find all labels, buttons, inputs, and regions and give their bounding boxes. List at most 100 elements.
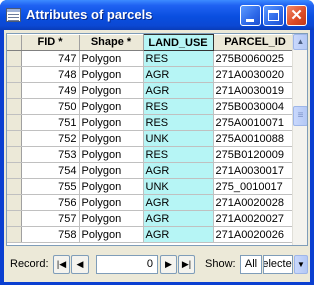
cell-parcel-id[interactable]: 271A0030019 xyxy=(213,82,298,99)
cell-land-use[interactable]: AGR xyxy=(143,210,214,227)
cell-fid[interactable]: 758 xyxy=(21,226,80,243)
first-record-icon: |◀ xyxy=(56,259,67,269)
cell-shape[interactable]: Polygon xyxy=(79,226,144,243)
table-row[interactable]: 752 Polygon UNK 275A0010088 xyxy=(7,130,298,147)
table-row[interactable]: 749 Polygon AGR 271A0030019 xyxy=(7,82,298,99)
row-selector[interactable] xyxy=(7,114,22,131)
cell-fid[interactable]: 747 xyxy=(21,50,80,67)
attribute-grid: FID * Shape * LAND_USE PARCEL_ID 747 Poly… xyxy=(7,34,298,243)
table-row[interactable]: 750 Polygon RES 275B0030004 xyxy=(7,98,298,115)
cell-shape[interactable]: Polygon xyxy=(79,66,144,83)
cell-parcel-id[interactable]: 275_0010017 xyxy=(213,178,298,195)
cell-land-use[interactable]: RES xyxy=(143,146,214,163)
record-number-input[interactable]: 0 xyxy=(96,255,158,274)
record-label: Record: xyxy=(10,258,49,270)
cell-shape[interactable]: Polygon xyxy=(79,210,144,227)
cell-land-use[interactable]: AGR xyxy=(143,194,214,211)
row-selector[interactable] xyxy=(7,146,22,163)
select-all-corner[interactable] xyxy=(7,34,22,51)
row-selector[interactable] xyxy=(7,50,22,67)
cell-land-use[interactable]: UNK xyxy=(143,178,214,195)
show-selected-button[interactable]: Selected xyxy=(263,255,293,274)
first-record-button[interactable]: |◀ xyxy=(53,255,70,274)
row-selector[interactable] xyxy=(7,178,22,195)
options-button[interactable]: ▼ xyxy=(294,255,308,274)
cell-land-use[interactable]: AGR xyxy=(143,82,214,99)
cell-land-use[interactable]: UNK xyxy=(143,130,214,147)
cell-land-use[interactable]: RES xyxy=(143,114,214,131)
column-header-fid[interactable]: FID * xyxy=(21,34,80,51)
cell-shape[interactable]: Polygon xyxy=(79,82,144,99)
table-row[interactable]: 748 Polygon AGR 271A0030020 xyxy=(7,66,298,83)
cell-land-use[interactable]: RES xyxy=(143,98,214,115)
cell-fid[interactable]: 749 xyxy=(21,82,80,99)
cell-shape[interactable]: Polygon xyxy=(79,194,144,211)
next-record-button[interactable]: ▶ xyxy=(160,255,177,274)
show-all-button[interactable]: All xyxy=(240,255,262,274)
show-label: Show: xyxy=(205,258,236,270)
cell-fid[interactable]: 756 xyxy=(21,194,80,211)
cell-shape[interactable]: Polygon xyxy=(79,114,144,131)
table-row[interactable]: 747 Polygon RES 275B0060025 xyxy=(7,50,298,67)
cell-parcel-id[interactable]: 275A0010071 xyxy=(213,114,298,131)
row-selector[interactable] xyxy=(7,98,22,115)
cell-parcel-id[interactable]: 271A0020028 xyxy=(213,194,298,211)
table-row[interactable]: 753 Polygon RES 275B0120009 xyxy=(7,146,298,163)
cell-land-use[interactable]: AGR xyxy=(143,162,214,179)
cell-parcel-id[interactable]: 275B0030004 xyxy=(213,98,298,115)
maximize-icon xyxy=(268,10,279,21)
column-header-shape[interactable]: Shape * xyxy=(79,34,144,51)
vertical-scrollbar[interactable]: ▲ xyxy=(292,34,307,245)
cell-fid[interactable]: 754 xyxy=(21,162,80,179)
cell-parcel-id[interactable]: 275B0120009 xyxy=(213,146,298,163)
maximize-button[interactable] xyxy=(263,5,284,26)
minimize-icon xyxy=(246,19,254,22)
close-button[interactable]: ✕ xyxy=(286,5,307,26)
previous-record-button[interactable]: ◀ xyxy=(71,255,89,274)
row-selector[interactable] xyxy=(7,162,22,179)
cell-fid[interactable]: 753 xyxy=(21,146,80,163)
row-selector[interactable] xyxy=(7,210,22,227)
table-row[interactable]: 757 Polygon AGR 271A0020027 xyxy=(7,210,298,227)
row-selector[interactable] xyxy=(7,66,22,83)
cell-parcel-id[interactable]: 271A0020027 xyxy=(213,210,298,227)
attribute-table[interactable]: FID * Shape * LAND_USE PARCEL_ID 747 Poly… xyxy=(6,33,308,246)
cell-parcel-id[interactable]: 271A0030017 xyxy=(213,162,298,179)
table-row[interactable]: 755 Polygon UNK 275_0010017 xyxy=(7,178,298,195)
column-header-parcel-id[interactable]: PARCEL_ID xyxy=(213,34,298,51)
scroll-up-button[interactable]: ▲ xyxy=(293,34,307,50)
cell-fid[interactable]: 750 xyxy=(21,98,80,115)
row-selector[interactable] xyxy=(7,194,22,211)
title-bar[interactable]: Attributes of parcels ✕ xyxy=(0,0,314,30)
cell-fid[interactable]: 752 xyxy=(21,130,80,147)
cell-shape[interactable]: Polygon xyxy=(79,50,144,67)
table-row[interactable]: 751 Polygon RES 275A0010071 xyxy=(7,114,298,131)
minimize-button[interactable] xyxy=(240,5,261,26)
scroll-thumb[interactable] xyxy=(293,106,307,126)
row-selector[interactable] xyxy=(7,130,22,147)
cell-land-use[interactable]: RES xyxy=(143,50,214,67)
cell-fid[interactable]: 751 xyxy=(21,114,80,131)
last-record-button[interactable]: ▶| xyxy=(178,255,195,274)
table-row[interactable]: 756 Polygon AGR 271A0020028 xyxy=(7,194,298,211)
table-row[interactable]: 758 Polygon AGR 271A0020026 xyxy=(7,226,298,243)
cell-shape[interactable]: Polygon xyxy=(79,162,144,179)
cell-parcel-id[interactable]: 271A0020026 xyxy=(213,226,298,243)
cell-parcel-id[interactable]: 275B0060025 xyxy=(213,50,298,67)
cell-fid[interactable]: 755 xyxy=(21,178,80,195)
cell-shape[interactable]: Polygon xyxy=(79,98,144,115)
cell-land-use[interactable]: AGR xyxy=(143,226,214,243)
cell-land-use[interactable]: AGR xyxy=(143,66,214,83)
column-header-land-use[interactable]: LAND_USE xyxy=(142,34,214,51)
row-selector[interactable] xyxy=(7,226,22,243)
cell-parcel-id[interactable]: 271A0030020 xyxy=(213,66,298,83)
record-navigation-bar: Record: |◀ ◀ 0 ▶ ▶| Show: All Selected ▼ xyxy=(6,251,308,279)
cell-fid[interactable]: 757 xyxy=(21,210,80,227)
cell-fid[interactable]: 748 xyxy=(21,66,80,83)
cell-shape[interactable]: Polygon xyxy=(79,130,144,147)
cell-shape[interactable]: Polygon xyxy=(79,146,144,163)
cell-shape[interactable]: Polygon xyxy=(79,178,144,195)
table-row[interactable]: 754 Polygon AGR 271A0030017 xyxy=(7,162,298,179)
row-selector[interactable] xyxy=(7,82,22,99)
cell-parcel-id[interactable]: 275A0010088 xyxy=(213,130,298,147)
